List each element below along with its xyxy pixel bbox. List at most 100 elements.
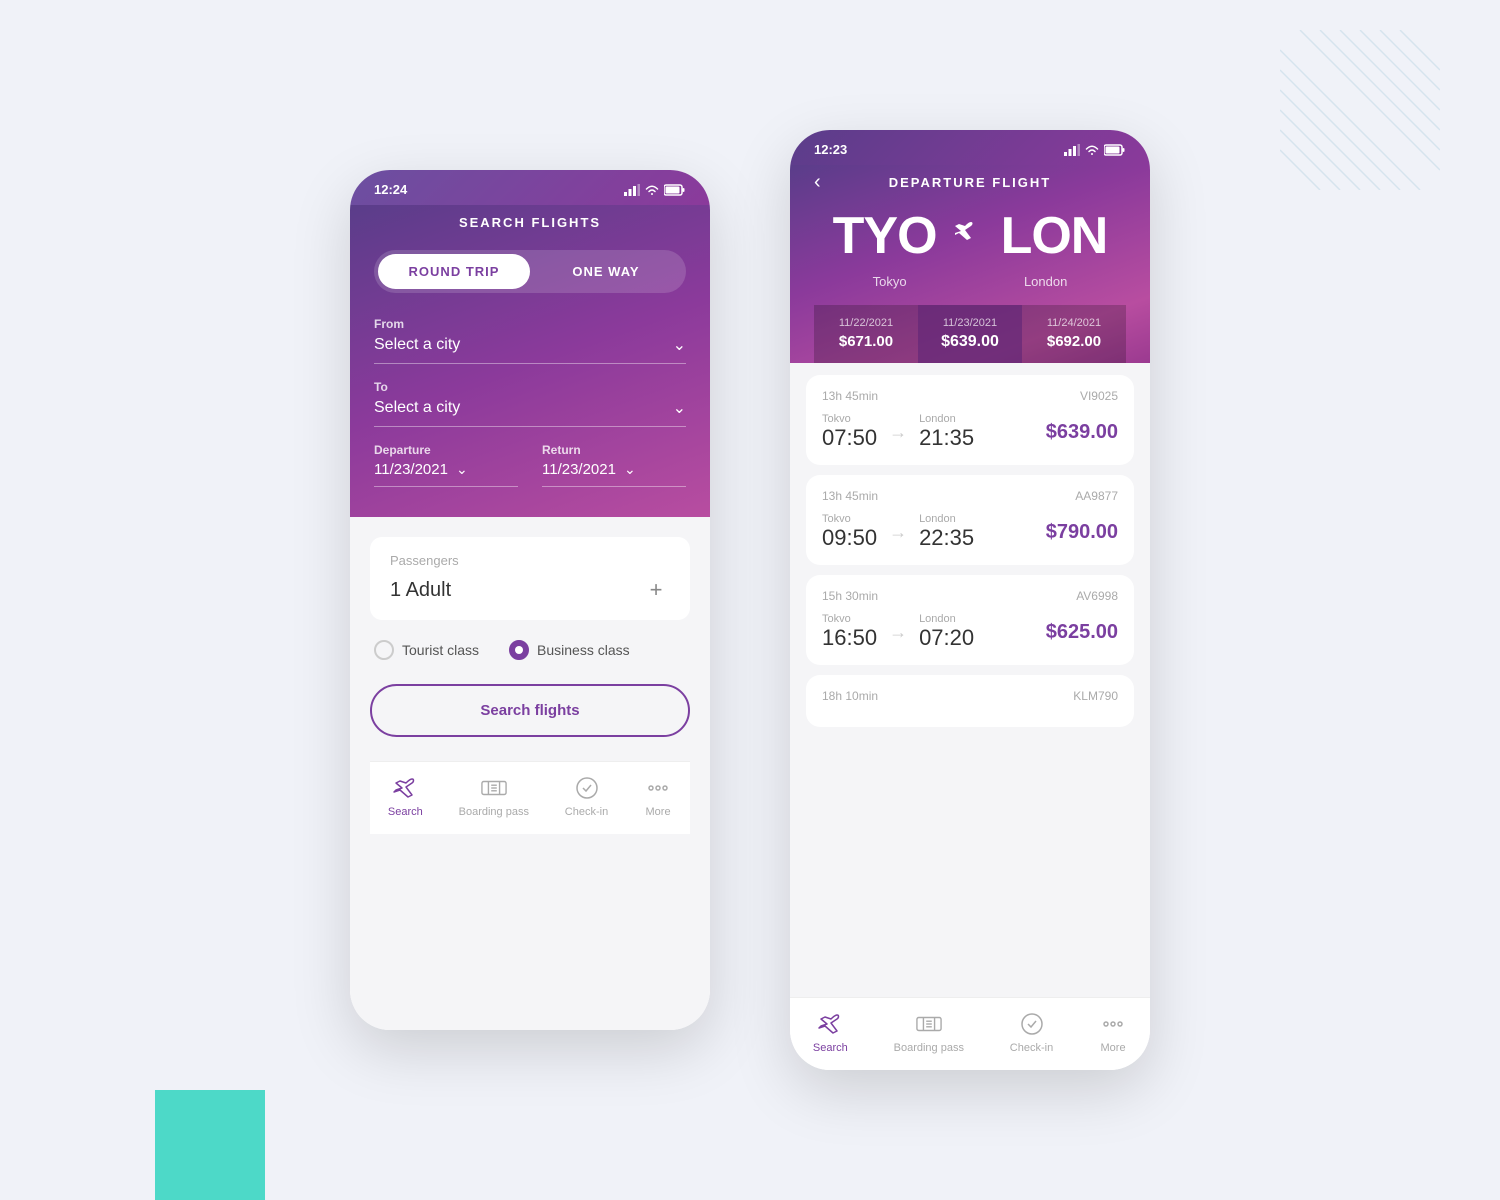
one-way-btn[interactable]: ONE WAY [530,254,682,289]
from-city-0: Tokvo [822,413,877,425]
class-options: Tourist class Business class [370,640,690,660]
flight-card-3[interactable]: 18h 10min KLM790 [806,675,1134,727]
dest-city: London [1024,274,1067,289]
to-city-0: London [919,413,974,425]
back-button[interactable]: ‹ [814,171,821,194]
flight-price-0: $639.00 [1046,421,1118,444]
add-passenger-btn[interactable]: + [642,576,670,604]
nav-boarding-label-1: Boarding pass [459,806,529,818]
flight-card-bottom-0: Tokvo 07:50 → London 21:35 $639.00 [822,413,1118,451]
signal-icon [624,184,640,196]
search-flights-phone: 12:24 SEARCH FLIGHTS RO [350,170,710,1030]
status-time-2: 12:23 [814,142,847,157]
flight-card-bottom-2: Tokvo 16:50 → London 07:20 $625.00 [822,613,1118,651]
passengers-card: Passengers 1 Adult + [370,537,690,620]
more-dots-icon [644,774,672,802]
status-time-1: 12:24 [374,182,407,197]
passengers-row: 1 Adult + [390,576,670,604]
search-plane-icon [391,774,419,802]
flight-card-top-1: 13h 45min AA9877 [822,489,1118,503]
to-chevron-icon: ⌄ [673,398,686,418]
flight-code-3: KLM790 [1073,689,1118,703]
tourist-label: Tourist class [402,642,479,658]
from-city-1: Tokvo [822,513,877,525]
nav-checkin-label-2: Check-in [1010,1042,1053,1054]
to-time-1: 22:35 [919,525,974,551]
bg-lines-decoration [1280,30,1440,190]
departure-flight-phone: 12:23 ‹ DEPARTURE FLIGHT [790,130,1150,1070]
nav-search-2[interactable]: Search [813,1010,848,1054]
search-header: SEARCH FLIGHTS ROUND TRIP ONE WAY From S… [350,205,710,517]
flight-card-top-0: 13h 45min VI9025 [822,389,1118,403]
departure-input[interactable]: 11/23/2021 ⌄ [374,461,518,487]
round-trip-btn[interactable]: ROUND TRIP [378,254,530,289]
to-time-2: 07:20 [919,625,974,651]
flight-price-2: $625.00 [1046,621,1118,644]
return-input[interactable]: 11/23/2021 ⌄ [542,461,686,487]
nav-search-label-2: Search [813,1042,848,1054]
to-time-0: 21:35 [919,425,974,451]
departure-hero: ‹ DEPARTURE FLIGHT TYO LON Tokyo London … [790,165,1150,363]
departure-value: 11/23/2021 [374,461,448,478]
origin-code: TYO [833,206,937,266]
status-icons-2 [1064,144,1126,156]
dp-date-1: 11/22/2021 [814,317,918,329]
route-cities: Tokyo London [814,274,1126,289]
nav-more-2[interactable]: More [1099,1010,1127,1054]
boarding-pass-icon [480,774,508,802]
departure-header: ‹ DEPARTURE FLIGHT [814,175,1126,190]
boarding-pass-icon-2 [915,1010,943,1038]
nav-checkin-2[interactable]: Check-in [1010,1010,1053,1054]
route-arrow-icon [953,221,985,252]
business-label: Business class [537,642,630,658]
to-value: Select a city [374,399,460,417]
business-class-option[interactable]: Business class [509,640,630,660]
from-chevron-icon: ⌄ [673,335,686,355]
flight-code-1: AA9877 [1075,489,1118,503]
flight-card-1[interactable]: 13h 45min AA9877 Tokvo 09:50 → London 22… [806,475,1134,565]
nav-more-1[interactable]: More [644,774,672,818]
nav-more-label-1: More [646,806,671,818]
status-bar-2: 12:23 [790,130,1150,165]
flight-price-1: $790.00 [1046,521,1118,544]
flight-arrow-1: → [889,522,907,543]
nav-boarding-1[interactable]: Boarding pass [459,774,529,818]
flight-arrow-0: → [889,422,907,443]
nav-boarding-2[interactable]: Boarding pass [894,1010,964,1054]
return-value: 11/23/2021 [542,461,616,478]
flight-times-0: Tokvo 07:50 → London 21:35 [822,413,974,451]
from-input[interactable]: Select a city ⌄ [374,335,686,364]
nav-checkin-1[interactable]: Check-in [565,774,608,818]
flight-duration-0: 13h 45min [822,389,878,403]
dp-price-3: $692.00 [1022,333,1126,350]
date-price-3[interactable]: 11/24/2021 $692.00 [1022,305,1126,363]
signal-icon-2 [1064,144,1080,156]
departure-label: Departure [374,443,518,457]
date-price-2[interactable]: 11/23/2021 $639.00 [918,305,1022,363]
page-title-1: SEARCH FLIGHTS [374,215,686,230]
flight-card-2[interactable]: 15h 30min AV6998 Tokvo 16:50 → London 07… [806,575,1134,665]
check-in-icon [573,774,601,802]
battery-icon-2 [1104,144,1126,156]
origin-city: Tokyo [873,274,907,289]
date-price-1[interactable]: 11/22/2021 $671.00 [814,305,918,363]
flight-times-2: Tokvo 16:50 → London 07:20 [822,613,974,651]
departure-title: DEPARTURE FLIGHT [889,175,1051,190]
bottom-nav-2: Search Boarding pass [790,997,1150,1070]
status-icons-1 [624,184,686,196]
flight-card-bottom-1: Tokvo 09:50 → London 22:35 $790.00 [822,513,1118,551]
from-label: From [374,317,686,331]
nav-search-1[interactable]: Search [388,774,423,818]
flight-arrow-2: → [889,622,907,643]
search-flights-btn[interactable]: Search flights [370,684,690,737]
date-price-selector: 11/22/2021 $671.00 11/23/2021 $639.00 11… [814,305,1126,363]
flight-duration-2: 15h 30min [822,589,878,603]
return-field: Return 11/23/2021 ⌄ [542,443,686,487]
departure-chevron-icon: ⌄ [456,461,468,478]
flight-card-0[interactable]: 13h 45min VI9025 Tokvo 07:50 → London 21… [806,375,1134,465]
tourist-class-option[interactable]: Tourist class [374,640,479,660]
flight-duration-3: 18h 10min [822,689,878,703]
dp-price-2: $639.00 [918,333,1022,351]
search-content: Passengers 1 Adult + Tourist class Busin… [350,517,710,1030]
to-input[interactable]: Select a city ⌄ [374,398,686,427]
